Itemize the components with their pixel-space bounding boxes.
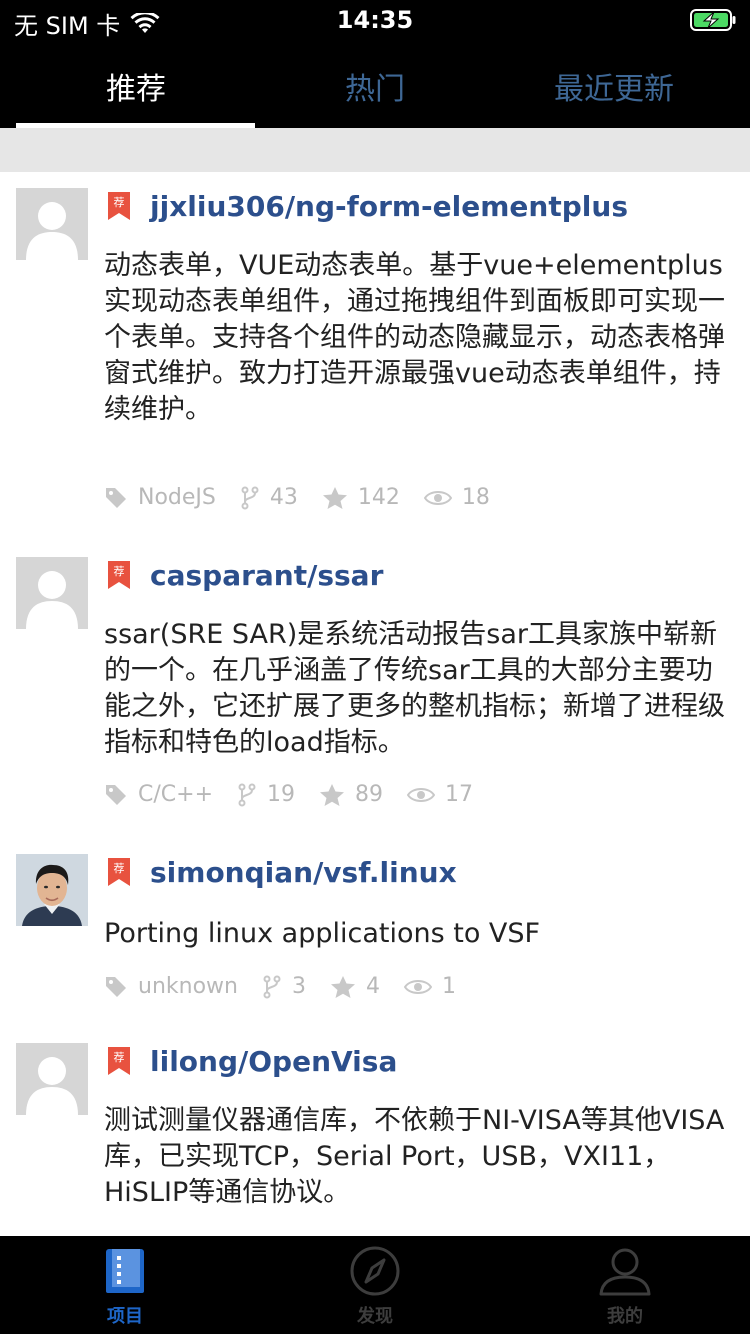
battery-charging-icon — [690, 9, 736, 31]
watch-count: 17 — [445, 782, 474, 807]
eye-icon — [403, 979, 432, 994]
tab-me[interactable]: 我的 — [500, 1236, 750, 1334]
project-meta: NodeJS 43 142 18 — [104, 485, 514, 510]
fork-count: 19 — [267, 782, 296, 807]
tab-label: 项目 — [107, 1306, 143, 1327]
tab-label: 我的 — [607, 1306, 643, 1327]
book-icon — [106, 1249, 144, 1293]
project-meta: unknown 3 4 1 — [104, 974, 480, 999]
watch-count: 18 — [461, 485, 490, 510]
user-icon — [599, 1248, 651, 1296]
fork-count: 3 — [291, 974, 306, 999]
avatar[interactable] — [16, 1043, 88, 1115]
user-photo-avatar — [16, 854, 88, 926]
svg-text:荐: 荐 — [114, 1051, 125, 1064]
recommended-badge: 荐 — [108, 192, 130, 220]
tab-projects[interactable]: 项目 — [0, 1236, 250, 1334]
language-label: unknown — [138, 974, 238, 999]
svg-text:荐: 荐 — [114, 196, 125, 209]
avatar[interactable] — [16, 854, 88, 926]
top-tab-bar: 推荐 热门 最近更新 — [0, 44, 750, 128]
default-avatar-icon — [16, 188, 88, 260]
project-name[interactable]: casparant/ssar — [150, 559, 383, 592]
project-list[interactable]: 荐 jjxliu306/ng-form-elementplus 动态表单，VUE… — [0, 172, 750, 1236]
tab-discover[interactable]: 发现 — [250, 1236, 500, 1334]
default-avatar-icon — [16, 557, 88, 629]
compass-icon — [350, 1246, 400, 1296]
tag-icon — [106, 976, 126, 997]
tab-recent-updates[interactable]: 最近更新 — [494, 44, 734, 128]
project-meta: C/C++ 19 89 17 — [104, 782, 497, 807]
star-icon — [320, 783, 345, 806]
recommended-badge: 荐 — [108, 858, 130, 886]
star-count: 142 — [357, 485, 400, 510]
recommended-badge: 荐 — [108, 561, 130, 589]
project-description: 动态表单，VUE动态表单。基于vue+elementplus实现动态表单组件，通… — [104, 250, 725, 425]
avatar[interactable] — [16, 188, 88, 260]
language-label: C/C++ — [138, 782, 214, 807]
tag-icon — [106, 784, 126, 805]
svg-text:荐: 荐 — [114, 565, 125, 578]
avatar[interactable] — [16, 557, 88, 629]
tag-icon — [106, 487, 126, 508]
project-description: 测试测量仪器通信库，不依赖于NI-VISA等其他VISA库，已实现TCP，Ser… — [104, 1105, 725, 1208]
star-count: 4 — [365, 974, 380, 999]
default-avatar-icon — [16, 1043, 88, 1115]
eye-icon — [407, 787, 436, 802]
tab-label: 发现 — [357, 1306, 393, 1327]
feed-header-spacer — [0, 128, 750, 172]
project-description: ssar(SRE SAR)是系统活动报告sar工具家族中崭新的一个。在几乎涵盖了… — [104, 619, 725, 758]
tab-hot[interactable]: 热门 — [255, 44, 495, 128]
fork-icon — [238, 783, 256, 806]
fork-count: 43 — [269, 485, 298, 510]
fork-icon — [263, 975, 281, 998]
clock: 14:35 — [336, 6, 414, 34]
language-label: NodeJS — [138, 485, 216, 510]
bottom-tab-bar: 项目 发现 我的 — [0, 1236, 750, 1334]
star-icon — [322, 486, 347, 509]
watch-count: 1 — [441, 974, 456, 999]
tab-recommended[interactable]: 推荐 — [16, 44, 256, 128]
status-bar: 无 SIM 卡 14:35 — [0, 0, 750, 44]
project-name[interactable]: lilong/OpenVisa — [150, 1045, 397, 1078]
project-name[interactable]: jjxliu306/ng-form-elementplus — [150, 190, 628, 223]
eye-icon — [423, 490, 452, 505]
svg-text:荐: 荐 — [114, 862, 125, 875]
recommended-badge: 荐 — [108, 1047, 130, 1075]
fork-icon — [241, 486, 259, 509]
star-count: 89 — [355, 782, 384, 807]
star-icon — [330, 975, 355, 998]
project-description: Porting linux applications to VSF — [104, 918, 541, 949]
project-name[interactable]: simonqian/vsf.linux — [150, 856, 457, 889]
